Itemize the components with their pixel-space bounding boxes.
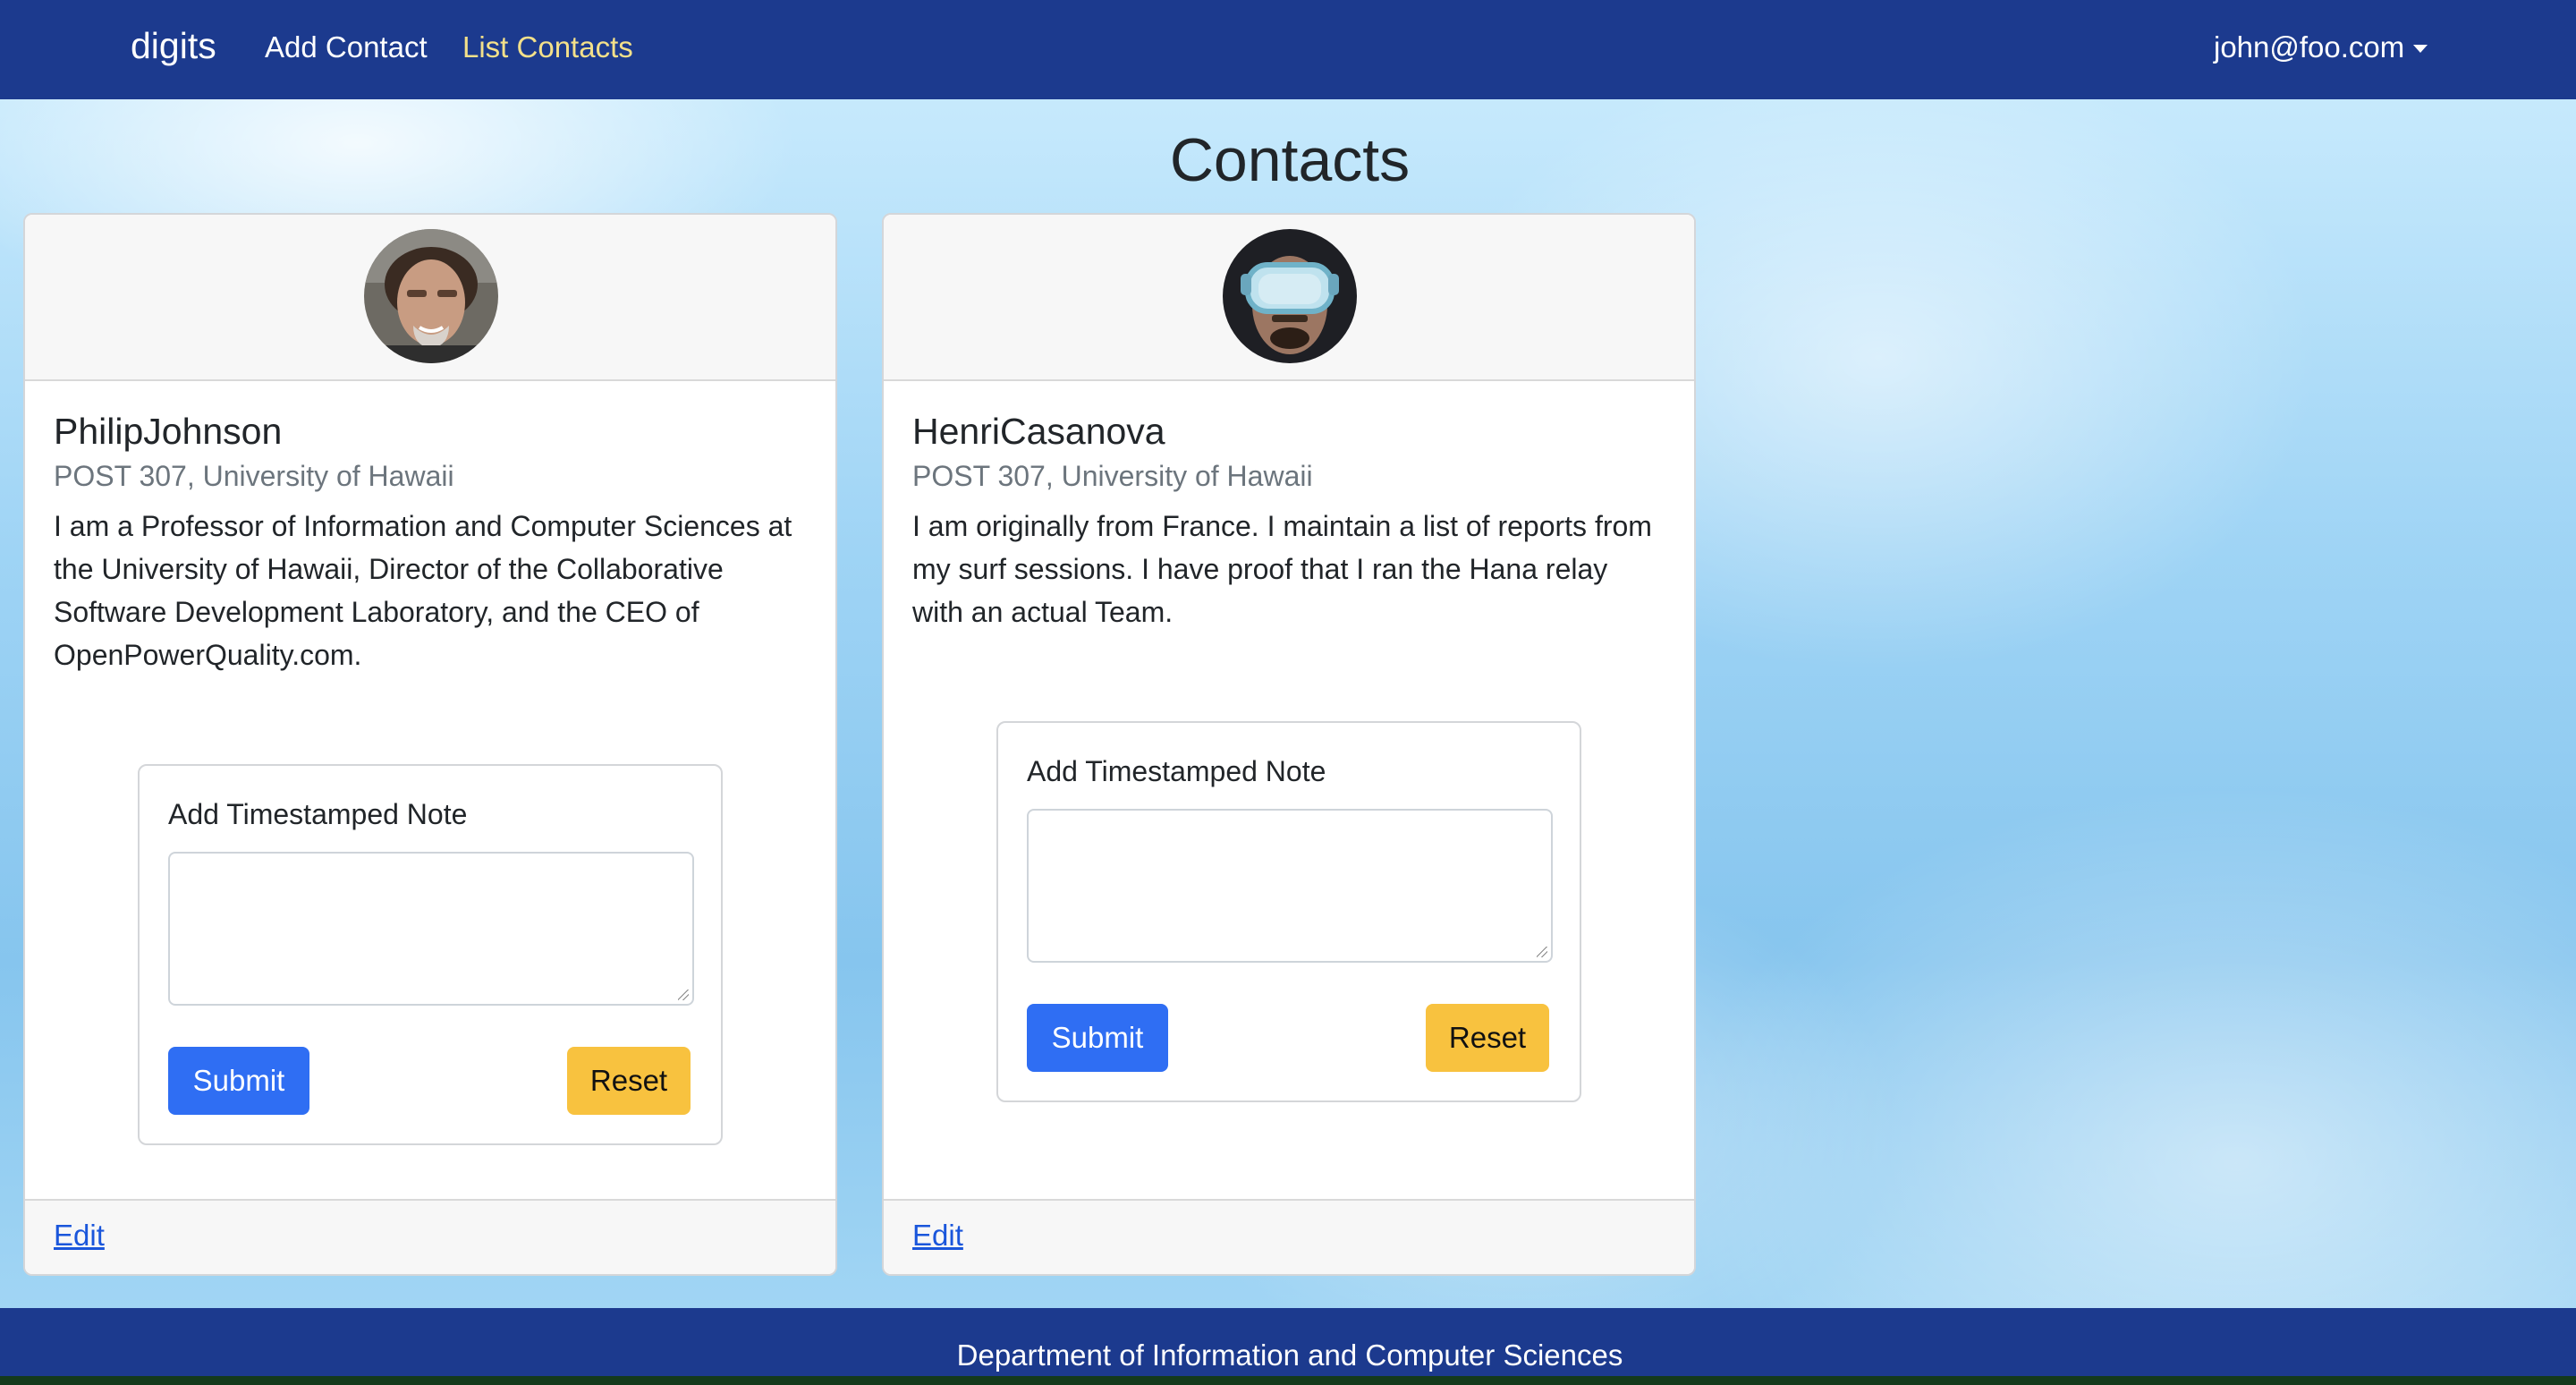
footer: Department of Information and Computer S…	[0, 1308, 2576, 1376]
contact-description: I am a Professor of Information and Comp…	[54, 510, 792, 671]
card-header	[884, 215, 1694, 381]
contact-address: POST 307, University of Hawaii	[54, 460, 454, 492]
reset-button[interactable]: Reset	[1426, 1004, 1549, 1072]
note-label: Add Timestamped Note	[168, 798, 468, 830]
contact-address: POST 307, University of Hawaii	[912, 460, 1313, 492]
edit-link[interactable]: Edit	[54, 1219, 105, 1253]
resize-grip-icon[interactable]	[678, 990, 689, 1000]
card-body: HenriCasanova POST 307, University of Ha…	[912, 410, 1664, 633]
contact-card: PhilipJohnson POST 307, University of Ha…	[23, 213, 837, 1276]
note-form: Add Timestamped Note Submit Reset	[996, 721, 1581, 1102]
submit-button[interactable]: Submit	[1027, 1004, 1168, 1072]
page-background: digits Add Contact List Contacts john@fo…	[0, 0, 2576, 1376]
avatar-image	[1223, 229, 1357, 363]
contact-card: HenriCasanova POST 307, University of Ha…	[882, 213, 1696, 1276]
note-form: Add Timestamped Note Submit Reset	[138, 764, 723, 1145]
user-dropdown[interactable]: john@foo.com	[2214, 30, 2428, 64]
footer-text: Department of Information and Computer S…	[956, 1338, 1623, 1372]
card-body: PhilipJohnson POST 307, University of Ha…	[54, 410, 805, 676]
contact-name: PhilipJohnson	[54, 411, 283, 452]
note-label: Add Timestamped Note	[1027, 755, 1326, 787]
brand-link[interactable]: digits	[131, 25, 216, 67]
nav-list-contacts[interactable]: List Contacts	[462, 30, 633, 64]
avatar	[1223, 229, 1357, 363]
avatar	[364, 229, 498, 363]
nav-add-contact[interactable]: Add Contact	[265, 30, 428, 64]
note-textarea[interactable]	[168, 852, 694, 1006]
resize-grip-icon[interactable]	[1537, 947, 1547, 957]
edit-link[interactable]: Edit	[912, 1219, 963, 1253]
avatar-image	[364, 229, 498, 363]
card-footer: Edit	[25, 1199, 835, 1274]
card-header	[25, 215, 835, 381]
contact-description: I am originally from France. I maintain …	[912, 510, 1652, 628]
user-email: john@foo.com	[2214, 30, 2405, 64]
contact-name: HenriCasanova	[912, 411, 1165, 452]
chevron-down-icon	[2413, 44, 2428, 53]
card-footer: Edit	[884, 1199, 1694, 1274]
reset-button[interactable]: Reset	[567, 1047, 691, 1115]
note-textarea[interactable]	[1027, 809, 1553, 963]
submit-button[interactable]: Submit	[168, 1047, 309, 1115]
navbar: digits Add Contact List Contacts john@fo…	[0, 0, 2576, 99]
page-title: Contacts	[1169, 126, 1411, 194]
